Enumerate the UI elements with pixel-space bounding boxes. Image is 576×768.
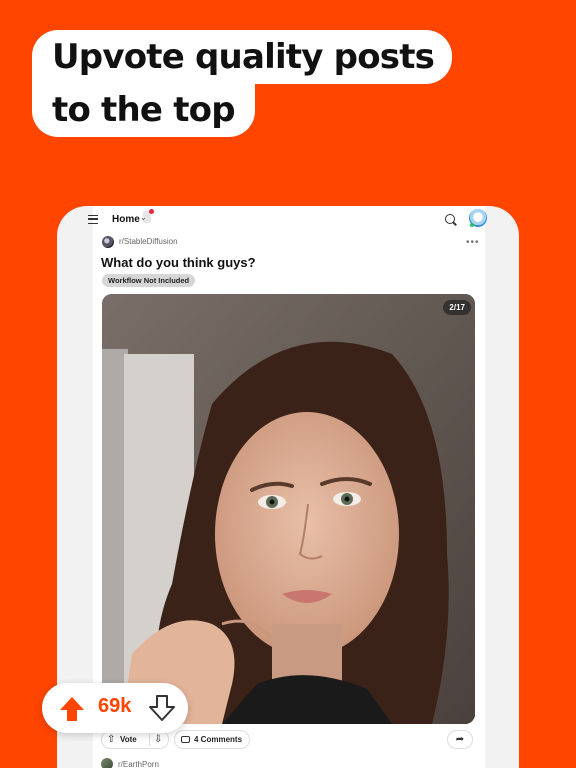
upvote-icon[interactable]: ⇧ [107,734,115,745]
share-button[interactable]: ➦ [447,730,473,749]
comments-label: 4 Comments [194,735,243,744]
headline-line-1: Upvote quality posts [32,30,453,84]
downvote-icon[interactable] [148,694,176,722]
search-icon[interactable] [445,214,455,224]
home-feed-selector[interactable]: Home [112,214,140,225]
vote-divider [149,734,150,746]
headline: Upvote quality posts to the top [32,30,453,137]
subreddit-icon[interactable] [102,236,114,248]
subreddit-name[interactable]: r/StableDiffusion [119,237,178,246]
headline-line-2: to the top [32,83,255,137]
vote-label: Vote [120,735,137,744]
subreddit-icon[interactable] [101,758,113,768]
post-actions-bar: ⇧ Vote ⇩ 4 Comments ➦ [101,730,475,750]
vote-count: 69k [98,695,132,717]
share-icon: ➦ [455,734,465,745]
more-options-icon[interactable]: ••• [466,237,480,248]
vote-callout: 69k [42,683,188,733]
downvote-icon[interactable]: ⇩ [154,734,162,745]
post-image[interactable]: 2/17 [102,294,475,724]
comments-button[interactable]: 4 Comments [174,730,250,749]
chevron-down-icon[interactable]: ⌄ [140,213,147,222]
online-status-dot [470,223,474,227]
post-title[interactable]: What do you think guys? [101,255,256,270]
post-flair: Workflow Not Included [102,274,196,287]
comment-icon [181,736,190,743]
hamburger-icon[interactable] [88,215,98,224]
portrait-photo [102,294,475,724]
notification-badge [149,209,154,214]
upvote-icon[interactable] [58,695,86,723]
subreddit-name[interactable]: r/EarthPorn [118,760,159,768]
image-counter-badge: 2/17 [443,300,471,315]
top-bar: Home ⌄ [88,206,487,236]
